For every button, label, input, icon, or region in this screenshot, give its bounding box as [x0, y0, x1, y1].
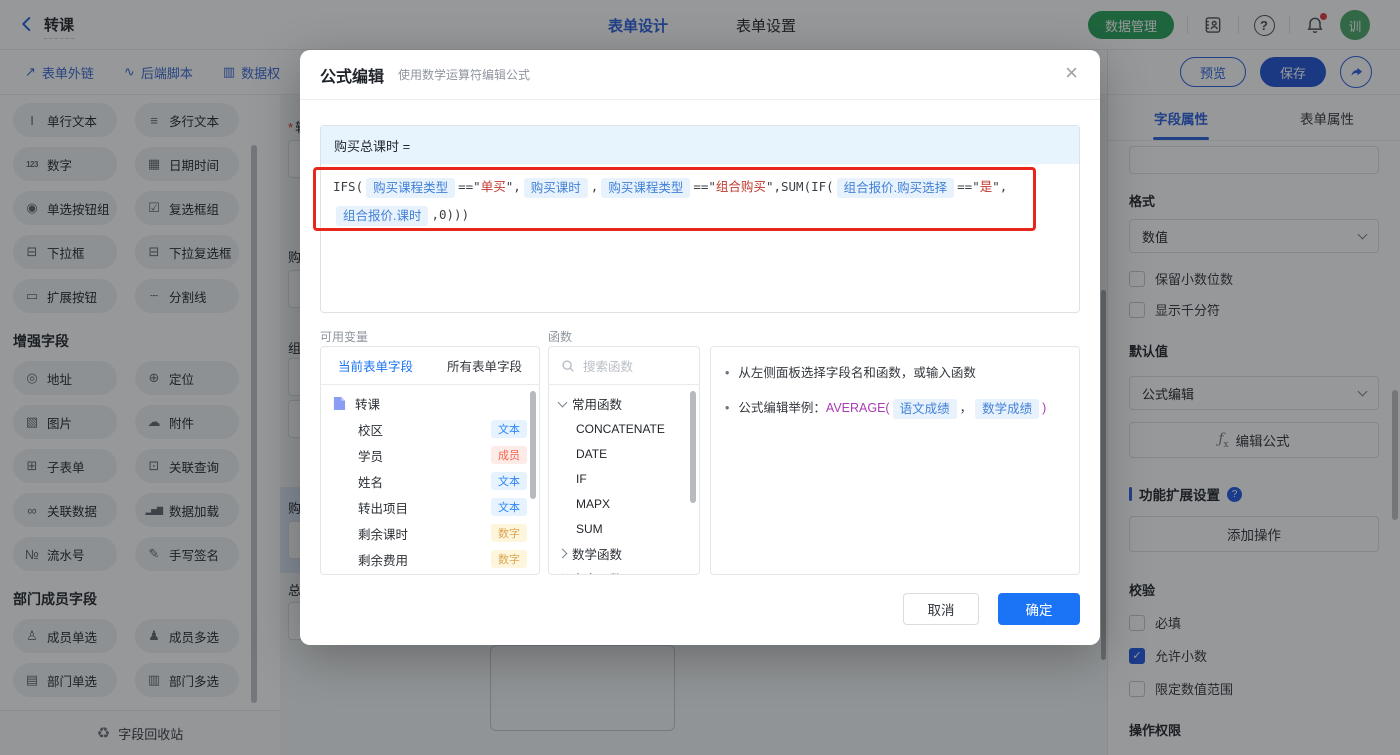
field-chip[interactable]: 组合报价.课时 — [336, 205, 429, 226]
function-search-input[interactable]: 搜索函数 — [549, 347, 699, 385]
formula-editor[interactable]: 购买总课时 = IFS(购买课程类型 =="单买", 购买课时, 购买课程类型 =="组… — [320, 125, 1080, 313]
formula-token: ", — [992, 179, 1008, 194]
formula-token: IFS( — [333, 179, 364, 194]
variable-name: 转出项目 — [358, 501, 409, 516]
formula-token: ", — [505, 179, 521, 194]
variable-name: 姓名 — [358, 475, 384, 490]
modal-title: 公式编辑 — [320, 68, 385, 86]
variables-label: 可用变量 — [320, 330, 369, 344]
type-badge: 文本 — [491, 498, 527, 516]
variable-item[interactable]: 姓名 文本 — [321, 468, 539, 494]
formula-editor-modal: 公式编辑 使用数学运算符编辑公式 × 购买总课时 = IFS(购买课程类型 =="… — [300, 50, 1100, 645]
function-group-name: 文本函数 — [572, 569, 622, 574]
form-name: 转课 — [355, 397, 381, 412]
type-badge: 数字 — [491, 524, 527, 542]
function-group[interactable]: 文本函数 — [549, 566, 699, 574]
formula-expression[interactable]: IFS(购买课程类型 =="单买", 购买课时, 购买课程类型 =="组合购买",SUM… — [321, 164, 1079, 238]
variable-item[interactable]: 转出项目 文本 — [321, 494, 539, 520]
chevron-right-icon — [557, 548, 568, 559]
tip-item: • 从左侧面板选择字段名和函数，或输入函数 — [725, 366, 976, 380]
functions-scrollbar[interactable] — [690, 391, 696, 503]
type-badge: 文本 — [491, 420, 527, 438]
function-group[interactable]: 常用函数 — [549, 391, 699, 416]
functions-panel: 搜索函数 常用函数 CONCATENATEDATEIFMAPXSUM 数学函数文本函… — [548, 346, 700, 575]
function-group-name: 数学函数 — [572, 548, 623, 562]
formula-token: 单买 — [480, 179, 506, 194]
help-panel: • 从左侧面板选择字段名和函数，或输入函数 • 公式编辑举例：AVERAGE(语文… — [710, 346, 1080, 575]
tab-current-form-fields[interactable]: 当前表单字段 — [321, 347, 430, 384]
formula-result-field: 购买总课时 = — [321, 126, 1079, 164]
function-item[interactable]: DATE — [549, 441, 699, 466]
cancel-button[interactable]: 取消 — [903, 593, 979, 625]
tab-all-form-fields[interactable]: 所有表单字段 — [430, 347, 539, 384]
type-badge: 成员 — [491, 446, 527, 464]
type-badge: 文本 — [491, 472, 527, 490]
field-chip[interactable]: 组合报价.购买选择 — [836, 177, 955, 198]
formula-token: ,0))) — [431, 207, 470, 222]
functions-label: 函数 — [548, 330, 573, 344]
confirm-button[interactable]: 确定 — [998, 593, 1080, 625]
chevron-down-icon — [557, 397, 568, 407]
function-group-name: 常用函数 — [572, 398, 623, 412]
variables-tabs: 当前表单字段 所有表单字段 — [321, 347, 539, 385]
variables-form-node[interactable]: 转课 — [321, 390, 539, 416]
variable-item[interactable]: 剩余费用 数字 — [321, 546, 539, 572]
formula-token: 组合购买 — [715, 179, 766, 194]
search-icon — [562, 359, 574, 372]
variable-item[interactable]: 剩余课时 数字 — [321, 520, 539, 546]
function-group[interactable]: 数学函数 — [549, 541, 699, 566]
formula-token: , — [590, 179, 599, 194]
variable-name: 学员 — [358, 449, 384, 464]
field-chip[interactable]: 购买课程类型 — [601, 177, 691, 198]
formula-token: ",SUM(IF( — [765, 179, 834, 194]
close-icon[interactable]: × — [1065, 62, 1078, 84]
variable-name: 剩余费用 — [358, 553, 409, 568]
type-badge: 数字 — [491, 550, 527, 568]
variable-name: 校区 — [358, 423, 384, 438]
example-chip: 语文成绩 — [892, 398, 957, 419]
variables-scrollbar[interactable] — [530, 391, 536, 499]
variable-item[interactable]: 学员 成员 — [321, 442, 539, 468]
form-doc-icon — [333, 396, 346, 410]
variables-panel: 当前表单字段 所有表单字段 转课 校区 文本 学员 成员 姓名 文本 转出项目 文本 剩余课时 数字… — [320, 346, 540, 575]
function-item[interactable]: IF — [549, 466, 699, 491]
function-item[interactable]: CONCATENATE — [549, 416, 699, 441]
function-item[interactable]: SUM — [549, 516, 699, 541]
formula-token: ==" — [458, 179, 481, 194]
modal-subtitle: 使用数学运算符编辑公式 — [398, 68, 531, 82]
formula-token: ==" — [957, 179, 980, 194]
variable-name: 剩余课时 — [358, 527, 409, 542]
modal-header: 公式编辑 使用数学运算符编辑公式 × — [300, 50, 1100, 100]
formula-token: ==" — [693, 179, 716, 194]
example-chip: 数学成绩 — [975, 398, 1040, 419]
chevron-right-icon — [557, 573, 568, 574]
field-chip[interactable]: 购买课程类型 — [366, 177, 456, 198]
search-placeholder: 搜索函数 — [583, 360, 634, 374]
variable-item[interactable]: 校区 文本 — [321, 416, 539, 442]
app-window: 转课 表单设计 表单设置 数据管理 ? 训 ↗ 表单外链 ∿ 后端脚本 ▥ 数据权 I 单行文… — [0, 0, 1400, 755]
field-chip[interactable]: 购买课时 — [523, 177, 588, 198]
formula-token: 是 — [979, 179, 993, 194]
function-item[interactable]: MAPX — [549, 491, 699, 516]
tip-item: • 公式编辑举例：AVERAGE(语文成绩，数学成绩) — [725, 398, 1065, 419]
